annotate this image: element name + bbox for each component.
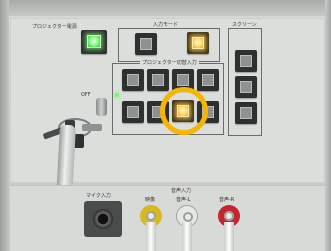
button-face-icon bbox=[240, 81, 252, 93]
audio-l-plug-cable bbox=[182, 222, 192, 251]
video-plug-cable bbox=[146, 222, 156, 251]
key-led-icon bbox=[115, 93, 119, 97]
button-face-icon bbox=[240, 107, 252, 119]
input-select-button-1[interactable] bbox=[122, 69, 144, 91]
rca-core-icon bbox=[224, 211, 234, 221]
input-select-button-5[interactable] bbox=[122, 101, 144, 123]
mic-input-label: マイク入力 bbox=[86, 193, 111, 199]
screen-up-button[interactable] bbox=[235, 50, 257, 72]
frame-left bbox=[0, 0, 9, 251]
power-led-icon bbox=[87, 35, 101, 48]
input-mode-button-1[interactable] bbox=[135, 33, 157, 55]
video-label: 映像 bbox=[145, 197, 156, 203]
screen-stop-button[interactable] bbox=[235, 76, 257, 98]
button-face-icon bbox=[152, 74, 164, 86]
photo: プロジェクター電源 入力モード スクリーン プロジェクター切替入力 OFF マイ… bbox=[0, 0, 331, 251]
button-face-icon bbox=[127, 106, 139, 118]
input-mode-label: 入力モード bbox=[151, 22, 181, 28]
projector-power-label: プロジェクター電源 bbox=[32, 24, 77, 30]
connector-plate bbox=[10, 185, 325, 251]
xlr-socket-icon bbox=[93, 209, 113, 229]
rca-core-icon bbox=[183, 212, 193, 222]
key-off-label: OFF bbox=[81, 92, 91, 98]
button-face-icon bbox=[177, 74, 189, 86]
input-mode-button-2[interactable] bbox=[187, 32, 209, 54]
lit-face-icon bbox=[192, 37, 204, 49]
button-face-icon bbox=[240, 55, 252, 67]
rca-core-icon bbox=[146, 211, 156, 221]
audio-r-label: 音声-R bbox=[219, 197, 235, 203]
audio-r-plug-cable bbox=[224, 222, 234, 251]
highlight-ring bbox=[160, 87, 208, 135]
frame-right bbox=[325, 0, 331, 251]
screen-label: スクリーン bbox=[230, 22, 259, 28]
input-select-button-2[interactable] bbox=[147, 69, 169, 91]
screen-down-button[interactable] bbox=[235, 102, 257, 124]
projector-power-button[interactable] bbox=[81, 30, 107, 54]
audio-l-label: 音声-L bbox=[176, 197, 191, 203]
audio-input-label: 音声入力 bbox=[171, 188, 192, 194]
frame-top bbox=[0, 0, 331, 16]
mic-input-socket[interactable] bbox=[84, 201, 122, 237]
button-face-icon bbox=[202, 74, 214, 86]
button-face-icon bbox=[140, 38, 152, 50]
button-face-icon bbox=[127, 74, 139, 86]
input-select-label: プロジェクター切替入力 bbox=[140, 60, 199, 66]
input-select-button-4[interactable] bbox=[197, 69, 219, 91]
